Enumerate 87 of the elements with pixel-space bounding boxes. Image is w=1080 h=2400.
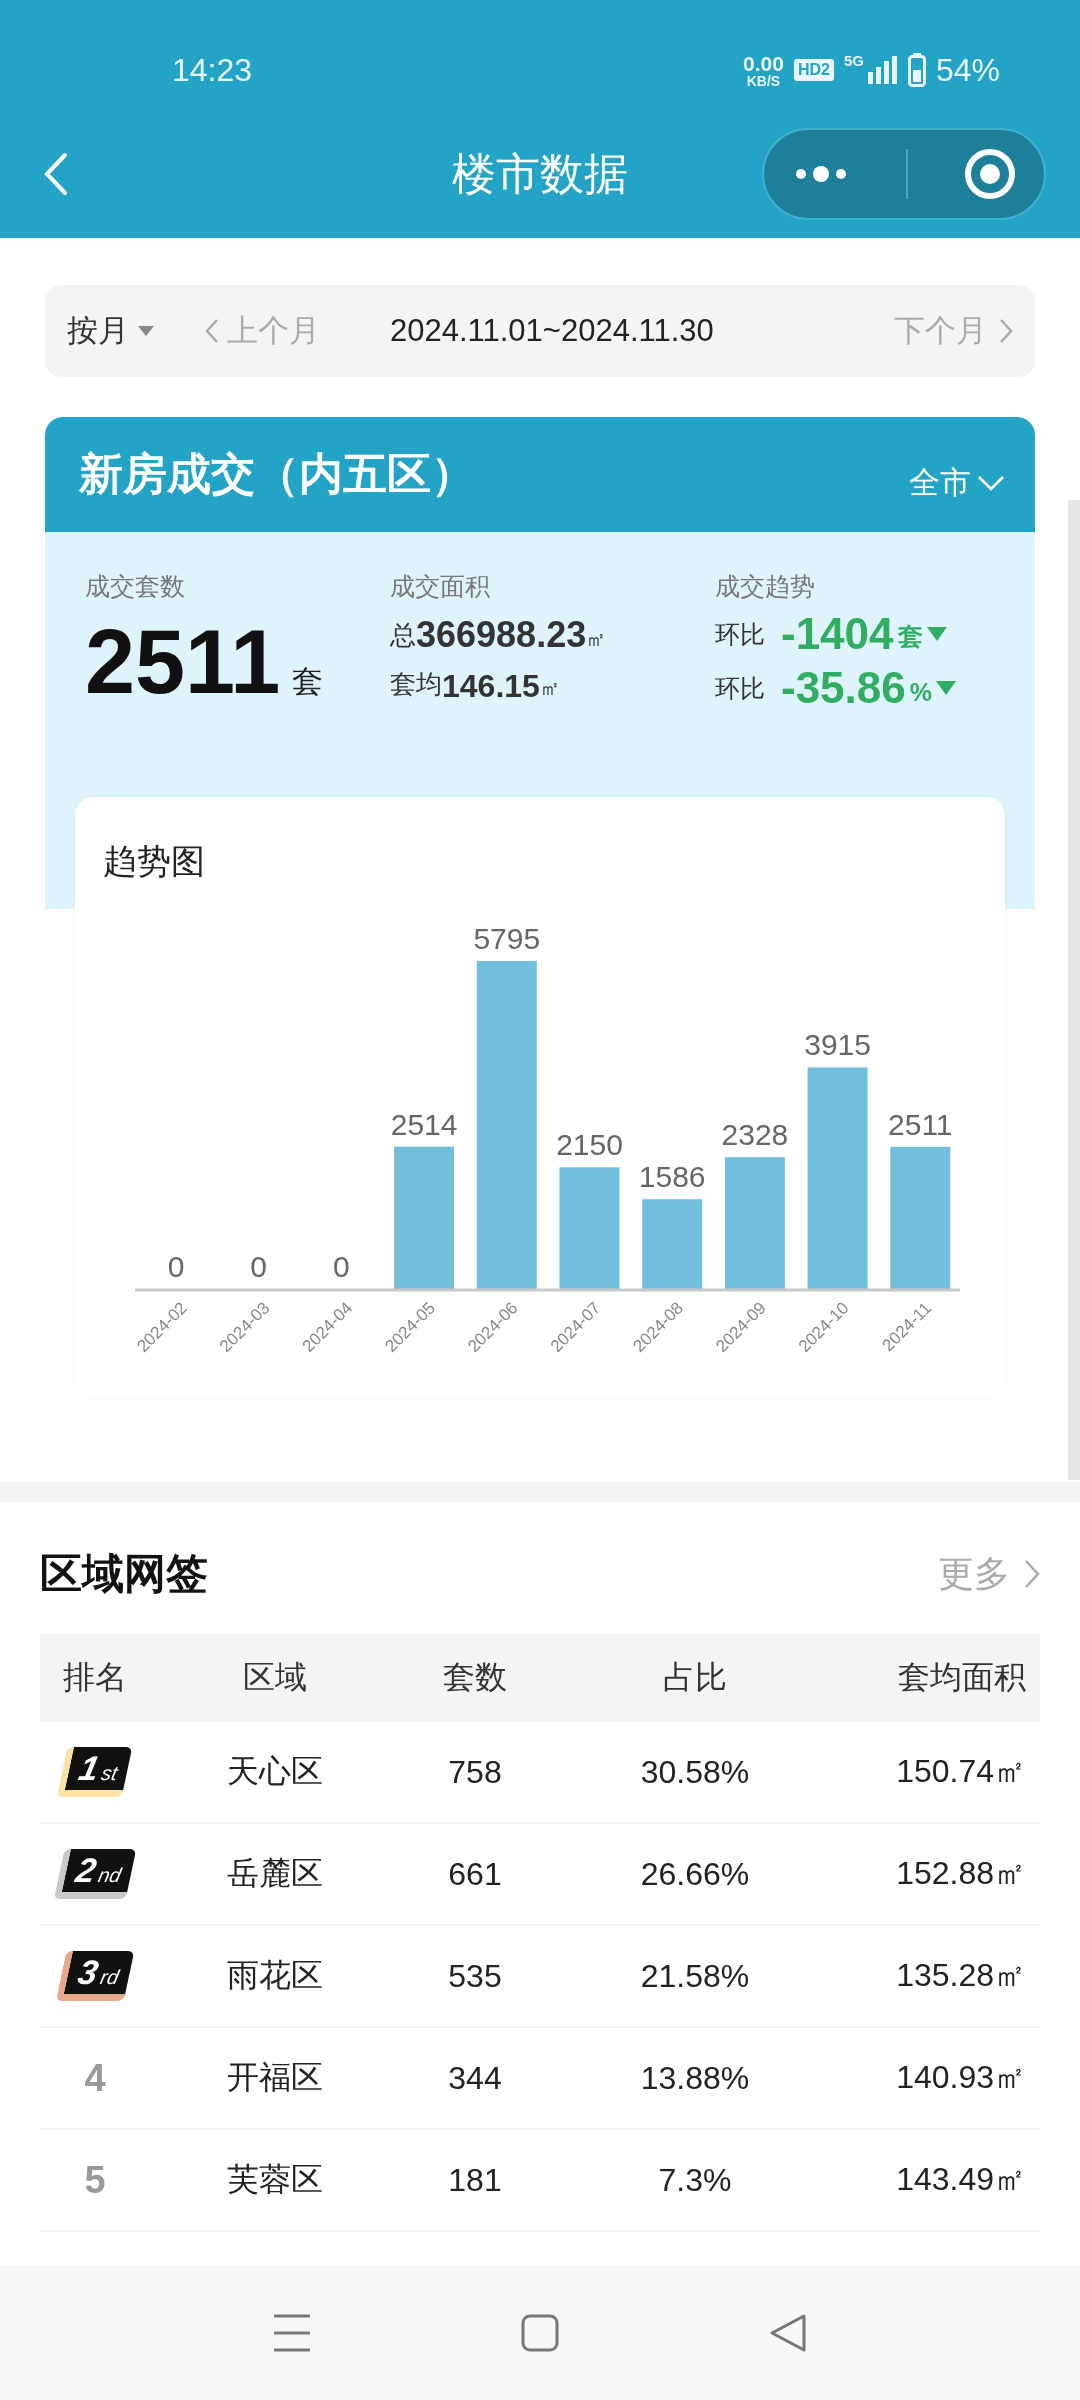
trend-value: -35.86 bbox=[781, 665, 906, 712]
table-cell-text: 535 bbox=[447, 1957, 503, 1995]
home-icon[interactable] bbox=[521, 2313, 559, 2352]
bar-value-label: 0 bbox=[167, 1250, 185, 1283]
next-month-button[interactable]: 下个月 bbox=[894, 310, 1013, 352]
table-cell-text: 181 bbox=[447, 2161, 503, 2199]
back-triangle-icon[interactable] bbox=[769, 2312, 807, 2353]
table-cell-text: 7.3% bbox=[657, 2161, 733, 2199]
previous-month-button[interactable]: 上个月 bbox=[205, 310, 320, 352]
chevron-down-icon bbox=[977, 474, 1005, 491]
table-cell-text: 758 bbox=[447, 1753, 503, 1791]
battery-icon bbox=[907, 53, 926, 87]
period-mode-dropdown[interactable]: 按月 bbox=[67, 310, 155, 352]
rank-badge: 3rd bbox=[55, 1951, 135, 2001]
network-speed: 0.00 bbox=[743, 52, 784, 74]
units-unit: 套 bbox=[292, 663, 324, 701]
chevron-left-icon bbox=[205, 318, 219, 344]
chart-title: 趋势图 bbox=[103, 841, 206, 882]
chevron-right-icon bbox=[1024, 1559, 1040, 1589]
stat-label: 成交套数 bbox=[85, 571, 186, 602]
status-time: 14:23 bbox=[172, 51, 253, 89]
chevron-right-icon bbox=[999, 318, 1013, 344]
bar-value-label: 0 bbox=[250, 1250, 268, 1283]
section-title: 区域网签 bbox=[40, 1549, 208, 1599]
trend-prefix: 环比 bbox=[715, 672, 765, 704]
rank-number: 5 bbox=[84, 2158, 106, 2202]
trend-prefix: 环比 bbox=[715, 618, 765, 650]
column-header: 套均面积 bbox=[897, 1658, 1027, 1697]
rank-number: 4 bbox=[84, 2056, 106, 2100]
network-speed-unit: KB/S bbox=[746, 73, 781, 88]
table-cell-text: 开福区 bbox=[226, 2058, 324, 2097]
bar-value-label: 2511 bbox=[888, 1107, 953, 1141]
table-cell-text: 152.88㎡ bbox=[895, 1854, 1027, 1893]
signal-icon bbox=[867, 56, 898, 84]
hd-badge: HD2 bbox=[793, 59, 834, 81]
table-cell-text: 140.93㎡ bbox=[895, 2058, 1027, 2097]
card-title: 新房成交（内五区） bbox=[79, 448, 475, 500]
table-cell-text: 芙蓉区 bbox=[226, 2160, 324, 2199]
column-header: 区域 bbox=[242, 1658, 308, 1697]
bar-value-label: 2328 bbox=[721, 1118, 789, 1152]
stat-label: 成交趋势 bbox=[715, 571, 816, 602]
more-link[interactable]: 更多 bbox=[938, 1549, 1040, 1599]
table-cell-text: 30.58% bbox=[639, 1753, 751, 1791]
table-cell-text: 135.28㎡ bbox=[895, 1956, 1027, 1995]
battery-level: 54% bbox=[935, 51, 1000, 89]
bar-value-label: 0 bbox=[333, 1250, 350, 1283]
rank-badge: 2nd bbox=[53, 1849, 137, 1899]
down-arrow-icon bbox=[936, 681, 956, 696]
column-header: 套数 bbox=[442, 1658, 508, 1697]
area-prefix: 套均 bbox=[390, 668, 442, 701]
average-area-value: 146.15 bbox=[442, 670, 540, 702]
bar-value-label: 3915 bbox=[804, 1028, 871, 1062]
back-icon[interactable] bbox=[44, 152, 68, 196]
dropdown-triangle-icon bbox=[137, 325, 155, 337]
rank-badge: 1st bbox=[56, 1747, 134, 1797]
menu-icon[interactable] bbox=[273, 2312, 311, 2353]
table-cell-text: 26.66% bbox=[639, 1855, 751, 1893]
bar-value-label: 2150 bbox=[556, 1128, 623, 1162]
area-unit: ㎡ bbox=[539, 676, 560, 701]
area-prefix: 总 bbox=[390, 619, 416, 652]
trend-unit: % bbox=[909, 678, 932, 708]
total-area-value: 366988.23 bbox=[416, 617, 587, 653]
area-unit: ㎡ bbox=[586, 627, 607, 652]
network-type: 5G bbox=[843, 51, 864, 69]
table-cell-text: 13.88% bbox=[639, 2059, 751, 2097]
table-cell-text: 雨花区 bbox=[226, 1956, 324, 1995]
column-header: 占比 bbox=[662, 1658, 728, 1697]
table-cell-text: 143.49㎡ bbox=[895, 2160, 1027, 2199]
table-cell-text: 21.58% bbox=[639, 1957, 751, 1995]
column-header: 排名 bbox=[62, 1658, 128, 1697]
table-cell-text: 344 bbox=[447, 2059, 503, 2097]
stat-label: 成交面积 bbox=[390, 571, 491, 602]
scope-dropdown[interactable]: 全市 bbox=[909, 461, 1005, 504]
page-title: 楼市数据 bbox=[452, 147, 628, 200]
table-cell-text: 150.74㎡ bbox=[895, 1752, 1027, 1791]
close-target-icon[interactable] bbox=[962, 147, 1017, 201]
table-cell-text: 661 bbox=[447, 1855, 503, 1893]
table-cell-text: 天心区 bbox=[226, 1752, 324, 1791]
table-cell-text: 岳麓区 bbox=[226, 1854, 324, 1893]
trend-value: -1404 bbox=[781, 611, 894, 658]
bar-value-label: 1586 bbox=[638, 1160, 706, 1194]
date-range: 2024.11.01~2024.11.30 bbox=[390, 313, 714, 349]
bar-value-label: 2514 bbox=[390, 1107, 458, 1141]
trend-unit: 套 bbox=[897, 621, 923, 653]
units-value: 2511 bbox=[85, 617, 281, 707]
bar-value-label: 5795 bbox=[473, 922, 541, 955]
down-arrow-icon bbox=[926, 627, 947, 642]
